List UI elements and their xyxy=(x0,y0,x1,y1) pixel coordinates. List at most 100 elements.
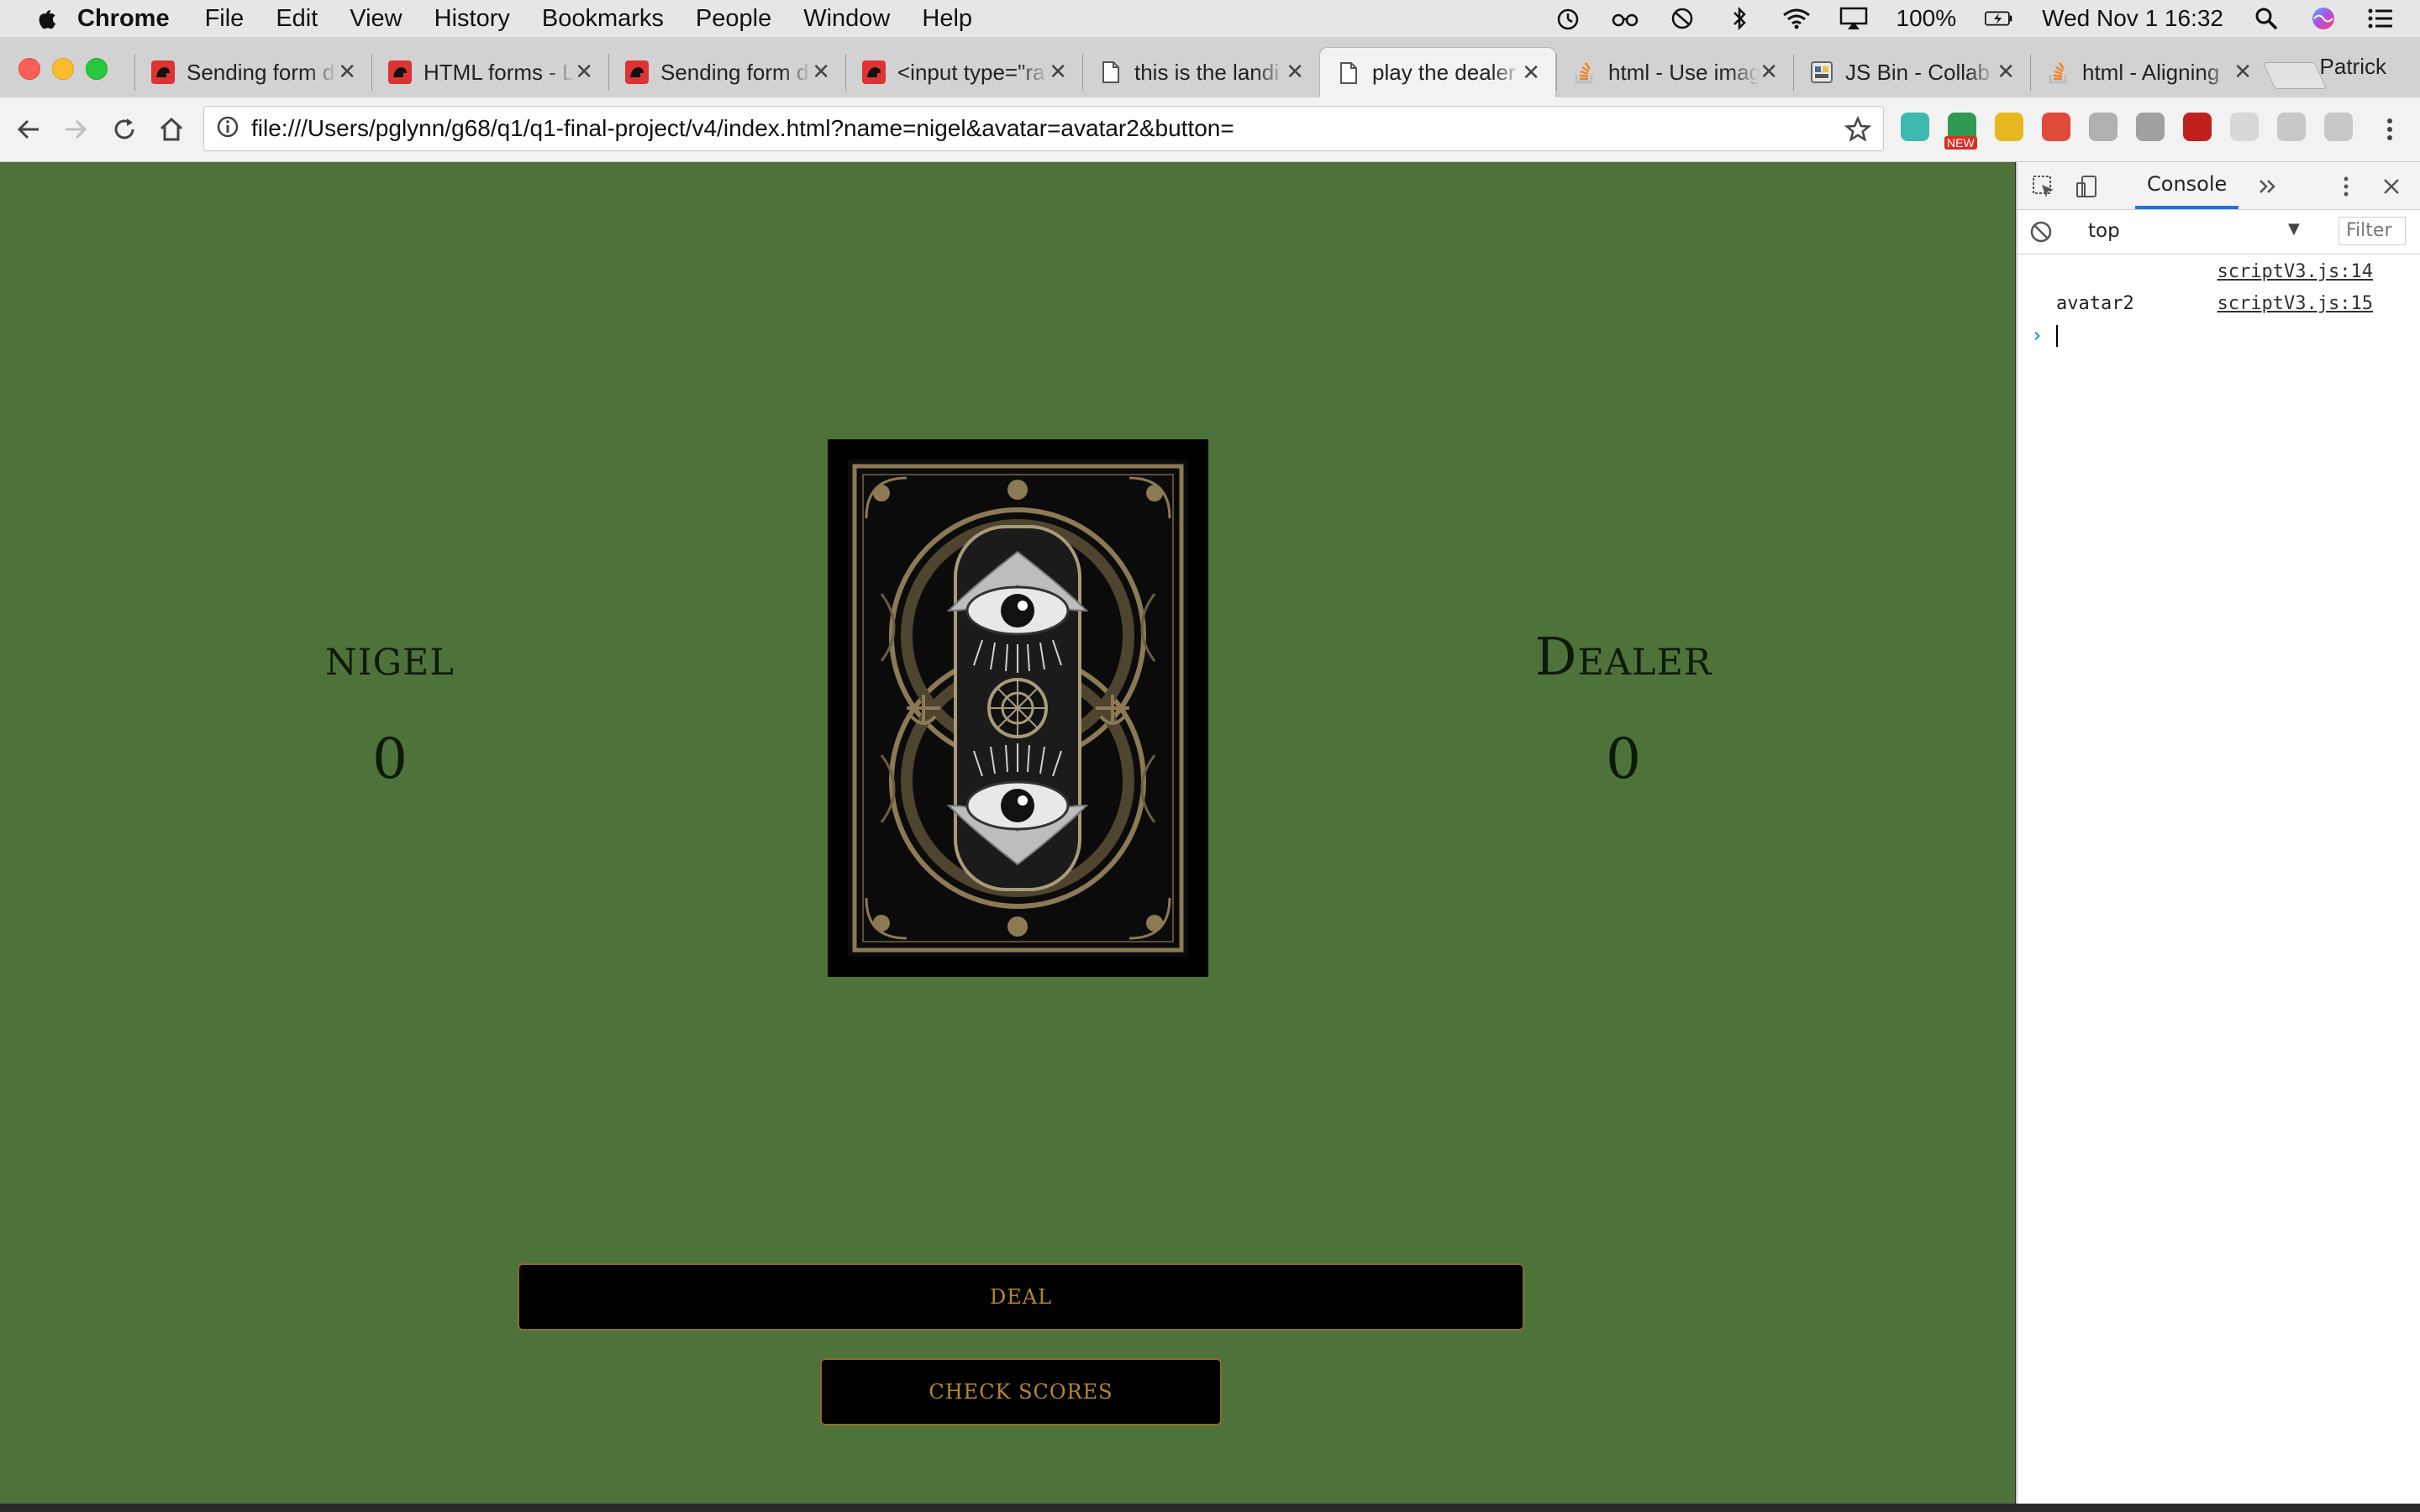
apple-icon[interactable] xyxy=(34,4,59,33)
file-icon xyxy=(1337,61,1360,85)
mdn-icon xyxy=(625,60,649,84)
menu-edit[interactable]: Edit xyxy=(276,5,318,33)
zoom-window-button[interactable] xyxy=(86,58,108,80)
forward-arrow-icon[interactable] xyxy=(60,114,91,144)
menu-history[interactable]: History xyxy=(434,5,510,33)
tab-list: Sending form d ✕ HTML forms - L ✕ Sendin… xyxy=(134,47,2267,97)
prompt-chevron-icon: › xyxy=(2031,323,2044,347)
wifi-icon[interactable] xyxy=(1782,6,1811,31)
card-back-image xyxy=(828,439,1208,977)
address-bar[interactable]: file:///Users/pglynn/g68/q1/q1-final-pro… xyxy=(203,106,1884,151)
close-tab-icon[interactable]: ✕ xyxy=(1286,59,1304,85)
close-tab-icon[interactable]: ✕ xyxy=(1760,59,1778,85)
grey-square-extension-icon[interactable] xyxy=(2136,113,2165,141)
tab-title: JS Bin - Collab xyxy=(1845,59,1990,85)
context-selector[interactable]: top xyxy=(2088,220,2120,242)
close-tab-icon[interactable]: ✕ xyxy=(1049,59,1067,85)
profile-name[interactable]: Patrick xyxy=(2320,54,2386,80)
m-extension-icon[interactable] xyxy=(1901,113,1929,141)
menu-view[interactable]: View xyxy=(350,5,402,33)
text-cursor xyxy=(2056,325,2058,347)
close-window-button[interactable] xyxy=(18,58,40,80)
close-devtools-icon[interactable] xyxy=(2379,174,2404,199)
spotlight-search-icon[interactable] xyxy=(2252,6,2281,31)
menu-people[interactable]: People xyxy=(696,5,771,33)
notification-center-icon[interactable] xyxy=(2366,6,2395,31)
yellow-extension-icon[interactable] xyxy=(1995,113,2023,141)
info-icon[interactable] xyxy=(216,115,239,143)
deal-button[interactable]: DEAL xyxy=(518,1263,1524,1331)
log-source-link[interactable]: scriptV3.js:14 xyxy=(2217,261,2373,282)
timer-icon[interactable] xyxy=(1554,6,1582,31)
player-name: nigel xyxy=(325,626,455,687)
close-tab-icon[interactable]: ✕ xyxy=(812,59,830,85)
browser-tab[interactable]: Sending form d ✕ xyxy=(134,47,371,97)
menu-app-chrome[interactable]: Chrome xyxy=(77,5,170,33)
mdn-icon xyxy=(862,60,886,84)
menu-file[interactable]: File xyxy=(205,5,245,33)
home-icon[interactable] xyxy=(156,114,187,144)
new-tab-button[interactable] xyxy=(2262,62,2328,89)
tab-title: html - Aligning xyxy=(2082,59,2220,85)
browser-tab-strip: Sending form d ✕ HTML forms - L ✕ Sendin… xyxy=(0,37,2420,98)
log-message: avatar2 xyxy=(2056,293,2134,314)
console-filter-input[interactable]: Filter xyxy=(2338,217,2406,245)
reload-icon[interactable] xyxy=(109,114,139,144)
browser-tab[interactable]: html - Use imag ✕ xyxy=(1556,47,1793,97)
back-arrow-icon[interactable] xyxy=(13,114,44,144)
minimize-window-button[interactable] xyxy=(52,58,74,80)
browser-tab[interactable]: html - Aligning ✕ xyxy=(2030,47,2267,97)
device-toolbar-icon[interactable] xyxy=(2075,174,2100,199)
browser-tab[interactable]: Sending form d ✕ xyxy=(608,47,845,97)
browser-tab[interactable]: this is the landi ✕ xyxy=(1082,47,1319,97)
grammarly-new-icon[interactable]: NEW xyxy=(1944,113,1977,150)
red-circle-extension-icon[interactable] xyxy=(2042,113,2070,141)
chrome-menu-icon[interactable] xyxy=(2375,114,2405,144)
tab-title: Sending form d xyxy=(660,59,809,85)
css-extension-icon[interactable] xyxy=(2324,113,2353,141)
menubar-clock[interactable]: Wed Nov 1 16:32 xyxy=(2042,5,2223,32)
menu-bookmarks[interactable]: Bookmarks xyxy=(542,5,664,33)
more-tabs-chevron-icon[interactable] xyxy=(2254,174,2280,199)
close-tab-icon[interactable]: ✕ xyxy=(2233,59,2252,85)
bluetooth-icon[interactable] xyxy=(1725,6,1754,31)
browser-tab[interactable]: <input type="ra ✕ xyxy=(845,47,1082,97)
console-prompt[interactable]: › xyxy=(2018,318,2420,352)
menu-help[interactable]: Help xyxy=(922,5,972,33)
battery-charging-icon[interactable] xyxy=(1985,6,2013,31)
log-source-link[interactable]: scriptV3.js:15 xyxy=(2217,293,2373,314)
close-tab-icon[interactable]: ✕ xyxy=(338,59,356,85)
json-extension-icon[interactable] xyxy=(2277,113,2306,141)
menu-window[interactable]: Window xyxy=(803,5,890,33)
devtools-menu-icon[interactable] xyxy=(2333,174,2359,199)
close-tab-icon[interactable]: ✕ xyxy=(1996,59,2015,85)
tab-title: Sending form d xyxy=(187,59,335,85)
close-tab-icon[interactable]: ✕ xyxy=(1522,60,1540,86)
browser-tab-active[interactable]: play the dealer ✕ xyxy=(1319,47,1556,97)
bookmark-star-icon[interactable] xyxy=(1844,115,1872,147)
browser-tab[interactable]: HTML forms - L ✕ xyxy=(371,47,608,97)
browser-tab[interactable]: JS Bin - Collab ✕ xyxy=(1793,47,2030,97)
card-back-art xyxy=(848,459,1188,957)
close-tab-icon[interactable]: ✕ xyxy=(575,59,593,85)
glasses-icon[interactable] xyxy=(1611,6,1639,31)
url-text[interactable]: file:///Users/pglynn/g68/q1/q1-final-pro… xyxy=(251,115,1234,142)
mdn-icon xyxy=(388,60,412,84)
grey-circle-extension-icon[interactable] xyxy=(2089,113,2118,141)
file-icon xyxy=(1099,60,1123,84)
blank-extension-icon[interactable] xyxy=(2230,113,2259,141)
tab-title: html - Use imag xyxy=(1608,59,1760,85)
red-play-extension-icon[interactable] xyxy=(2183,113,2212,141)
do-not-disturb-icon[interactable] xyxy=(1668,6,1697,31)
siri-icon[interactable] xyxy=(2309,6,2338,31)
console-filter-bar: top ▼ Filter xyxy=(2018,210,2420,255)
tab-console[interactable]: Console xyxy=(2135,172,2239,209)
tab-title: play the dealer xyxy=(1372,60,1516,85)
inspect-element-icon[interactable] xyxy=(2031,174,2056,199)
console-log-line: avatar2 scriptV3.js:15 xyxy=(2018,286,2420,318)
clear-console-icon[interactable] xyxy=(2029,220,2053,247)
context-dropdown-icon[interactable]: ▼ xyxy=(2288,220,2300,238)
airplay-icon[interactable] xyxy=(1839,6,1868,31)
mdn-icon xyxy=(151,60,175,84)
check-scores-button[interactable]: CHECK SCORES xyxy=(820,1358,1222,1425)
